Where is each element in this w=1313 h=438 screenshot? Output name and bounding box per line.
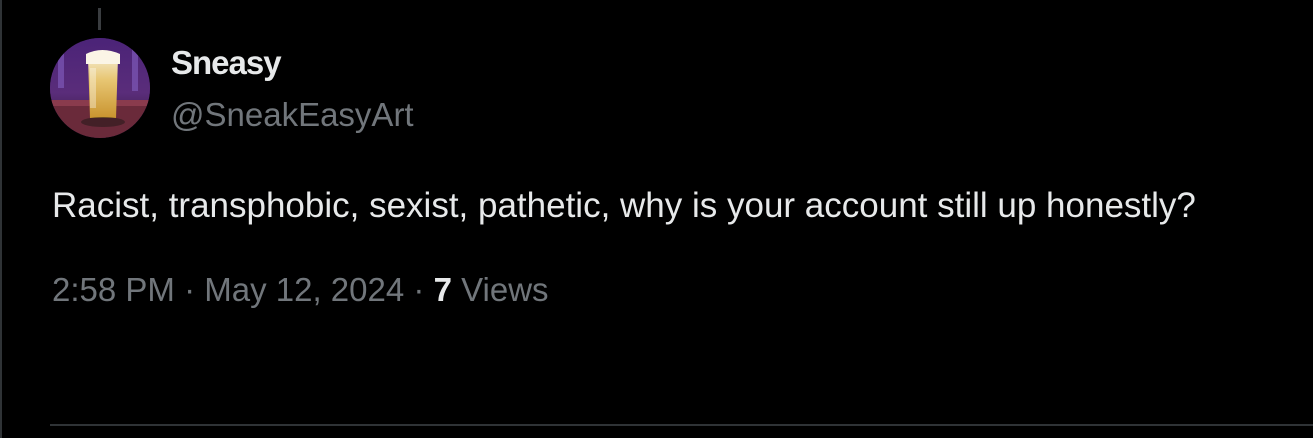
author-names: Sneasy @SneakEasyArt [171, 43, 414, 135]
divider [50, 424, 1313, 426]
left-border [0, 0, 2, 438]
views-label: Views [461, 271, 549, 308]
tweet-header: Sneasy @SneakEasyArt [50, 38, 1300, 138]
meta-separator: · [184, 271, 196, 308]
tweet-meta: 2:58 PM · May 12, 2024 · 7 Views [52, 270, 1300, 310]
thread-connector-line [98, 8, 101, 30]
views-count: 7 [433, 271, 452, 308]
author-display-name[interactable]: Sneasy [171, 43, 414, 83]
tweet: Sneasy @SneakEasyArt Racist, transphobic… [50, 38, 1300, 310]
avatar-image [50, 38, 150, 138]
meta-separator: · [413, 271, 425, 308]
avatar[interactable] [50, 38, 150, 138]
author-handle[interactable]: @SneakEasyArt [171, 95, 414, 135]
tweet-text: Racist, transphobic, sexist, pathetic, w… [52, 186, 1196, 225]
tweet-time[interactable]: 2:58 PM [52, 271, 175, 308]
tweet-date[interactable]: May 12, 2024 [204, 271, 404, 308]
